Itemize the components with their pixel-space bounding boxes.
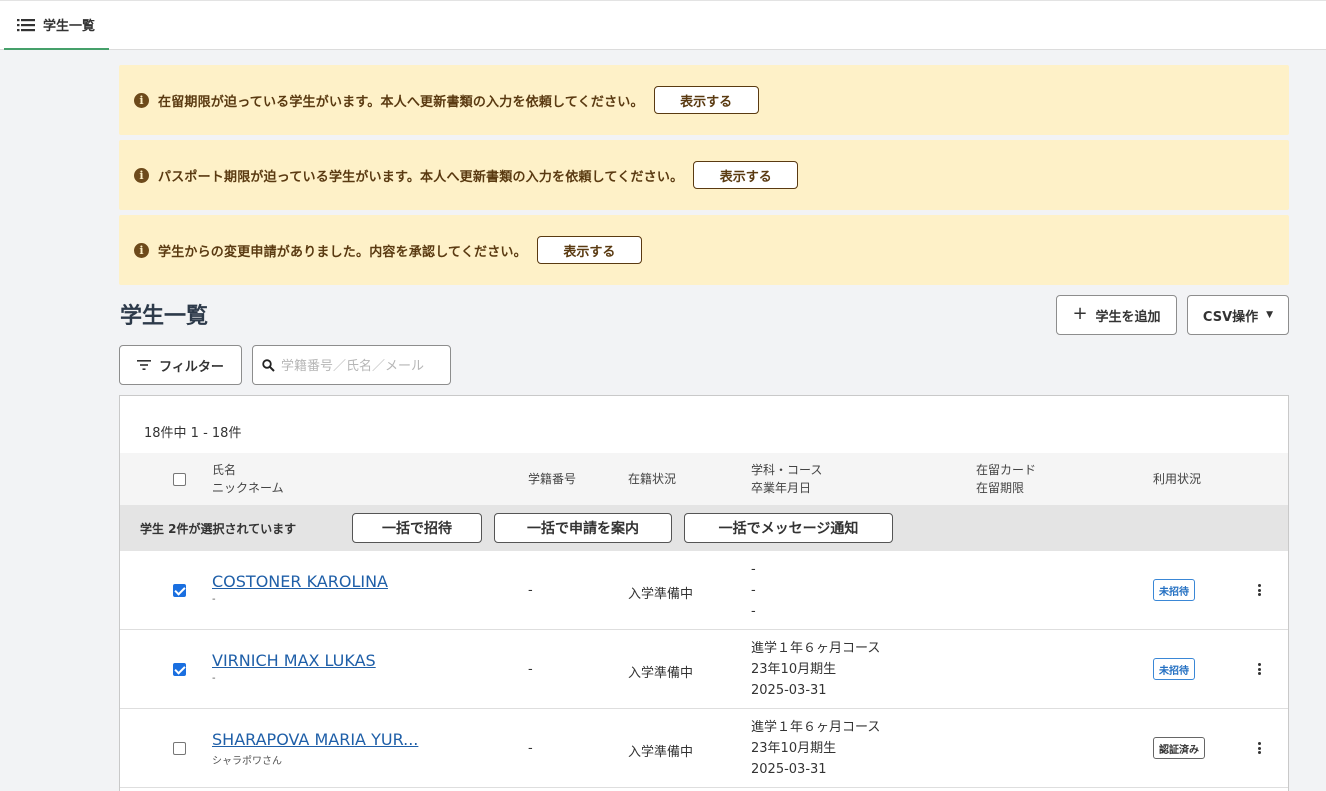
csv-menu-label: CSV操作: [1202, 309, 1259, 325]
more-options-icon[interactable]: [1253, 662, 1265, 676]
header-enrollment: 在籍状況: [628, 472, 677, 486]
csv-menu-button[interactable]: CSV操作 ▼: [1187, 295, 1289, 335]
alert-text: パスポート期限が迫っている学生がいます。本人へ更新書類の入力を依頼してください。: [158, 169, 684, 185]
usage-status-badge: 未招待: [1153, 658, 1195, 680]
graduation-date: 2025-03-31: [751, 762, 827, 777]
student-number: -: [528, 583, 533, 598]
student-name-link[interactable]: COSTONER KAROLINA: [212, 572, 388, 591]
header-name-label: 氏名: [212, 463, 237, 477]
table-header: 氏名 ニックネーム 学籍番号 在籍状況 学科・コース 卒業年月日 在留カード 在…: [120, 453, 1288, 505]
info-icon: i: [134, 92, 149, 108]
usage-status-badge: 認証済み: [1153, 737, 1205, 759]
course-name: -: [751, 562, 756, 577]
search-input[interactable]: [281, 357, 441, 373]
header-course: 学科・コース 卒業年月日: [751, 461, 822, 497]
show-button[interactable]: 表示する: [536, 236, 642, 264]
enrollment-status: 入学準備中: [628, 745, 694, 760]
table-row: SHARAPOVA MARIA YUR... シャラポワさん - 入学準備中 進…: [120, 709, 1288, 788]
tab-student-list[interactable]: 学生一覧: [4, 1, 109, 50]
add-student-button[interactable]: + 学生を追加: [1056, 295, 1177, 335]
row-checkbox[interactable]: [173, 742, 186, 755]
header-course-label: 学科・コース: [751, 463, 823, 477]
header-student-number: 学籍番号: [528, 472, 577, 486]
enrollment-status: 入学準備中: [628, 666, 694, 681]
course-info: 進学１年６ヶ月コース 23年10月期生 2025-03-31: [751, 638, 880, 701]
info-icon: i: [134, 167, 149, 183]
selected-count: 学生 2件が選択されています: [140, 522, 297, 536]
row-checkbox[interactable]: [173, 663, 186, 676]
student-name-link[interactable]: VIRNICH MAX LUKAS: [212, 651, 376, 670]
header-residence: 在留カード 在留期限: [976, 461, 1036, 497]
course-info: 進学１年６ヶ月コース 23年10月期生 2025-03-31: [751, 717, 880, 780]
header-residence-deadline-label: 在留期限: [976, 481, 1025, 495]
course-info: - - -: [751, 559, 756, 622]
header-name: 氏名 ニックネーム: [212, 461, 284, 497]
alert-text: 在留期限が迫っている学生がいます。本人へ更新書類の入力を依頼してください。: [158, 94, 644, 110]
filter-icon: [137, 360, 152, 370]
enrollment-status: 入学準備中: [628, 587, 694, 602]
header-residence-card-label: 在留カード: [976, 463, 1037, 477]
course-name: 進学１年６ヶ月コース: [751, 720, 881, 735]
course-name: 進学１年６ヶ月コース: [751, 641, 881, 656]
usage-status-badge: 未招待: [1153, 579, 1195, 601]
course-term: 23年10月期生: [751, 662, 837, 677]
top-nav: 学生一覧: [0, 0, 1326, 50]
search-icon: [262, 358, 275, 372]
info-icon: i: [134, 242, 149, 258]
add-student-label: 学生を追加: [1095, 309, 1161, 325]
alert-change-request: i 学生からの変更申請がありました。内容を承認してください。 表示する: [119, 215, 1289, 285]
caret-down-icon: ▼: [1266, 310, 1274, 320]
row-checkbox[interactable]: [173, 584, 186, 597]
student-name-link[interactable]: SHARAPOVA MARIA YUR...: [212, 730, 418, 749]
student-table: 18件中 1 - 18件 氏名 ニックネーム 学籍番号 在籍状況 学科・コース …: [119, 395, 1289, 791]
bulk-apply-button[interactable]: 一括で申請を案内: [494, 513, 672, 543]
result-count: 18件中 1 - 18件: [144, 426, 242, 441]
list-icon: [17, 18, 35, 31]
alert-residence-deadline: i 在留期限が迫っている学生がいます。本人へ更新書類の入力を依頼してください。 …: [119, 65, 1289, 135]
course-term: 23年10月期生: [751, 741, 837, 756]
alert-text: 学生からの変更申請がありました。内容を承認してください。: [158, 244, 527, 260]
search-box: [252, 345, 451, 385]
bulk-action-bar: 学生 2件が選択されています 一括で招待 一括で申請を案内 一括でメッセージ通知: [120, 505, 1288, 551]
header-nickname-label: ニックネーム: [212, 481, 284, 495]
student-number: -: [528, 741, 533, 756]
student-nickname: -: [212, 673, 216, 684]
course-term: -: [751, 583, 756, 598]
student-nickname: -: [212, 594, 216, 605]
header-usage: 利用状況: [1153, 472, 1202, 486]
page-title: 学生一覧: [120, 304, 209, 329]
tab-label: 学生一覧: [43, 19, 96, 34]
graduation-date: -: [751, 604, 756, 619]
show-button[interactable]: 表示する: [653, 86, 759, 114]
student-nickname: シャラポワさん: [212, 756, 282, 767]
filter-button[interactable]: フィルター: [119, 345, 242, 385]
filter-label: フィルター: [159, 359, 224, 375]
table-row: VIRNICH MAX LUKAS - - 入学準備中 進学１年６ヶ月コース 2…: [120, 630, 1288, 709]
header-graduation-label: 卒業年月日: [751, 481, 812, 495]
plus-icon: +: [1072, 303, 1088, 324]
select-all-checkbox[interactable]: [173, 473, 186, 486]
more-options-icon[interactable]: [1253, 583, 1265, 597]
bulk-message-button[interactable]: 一括でメッセージ通知: [684, 513, 893, 543]
graduation-date: 2025-03-31: [751, 683, 827, 698]
show-button[interactable]: 表示する: [693, 161, 799, 189]
more-options-icon[interactable]: [1253, 741, 1265, 755]
table-row: COSTONER KAROLINA - - 入学準備中 - - - 未招待: [120, 551, 1288, 630]
bulk-invite-button[interactable]: 一括で招待: [352, 513, 482, 543]
alert-passport-deadline: i パスポート期限が迫っている学生がいます。本人へ更新書類の入力を依頼してくださ…: [119, 140, 1289, 210]
student-number: -: [528, 662, 533, 677]
